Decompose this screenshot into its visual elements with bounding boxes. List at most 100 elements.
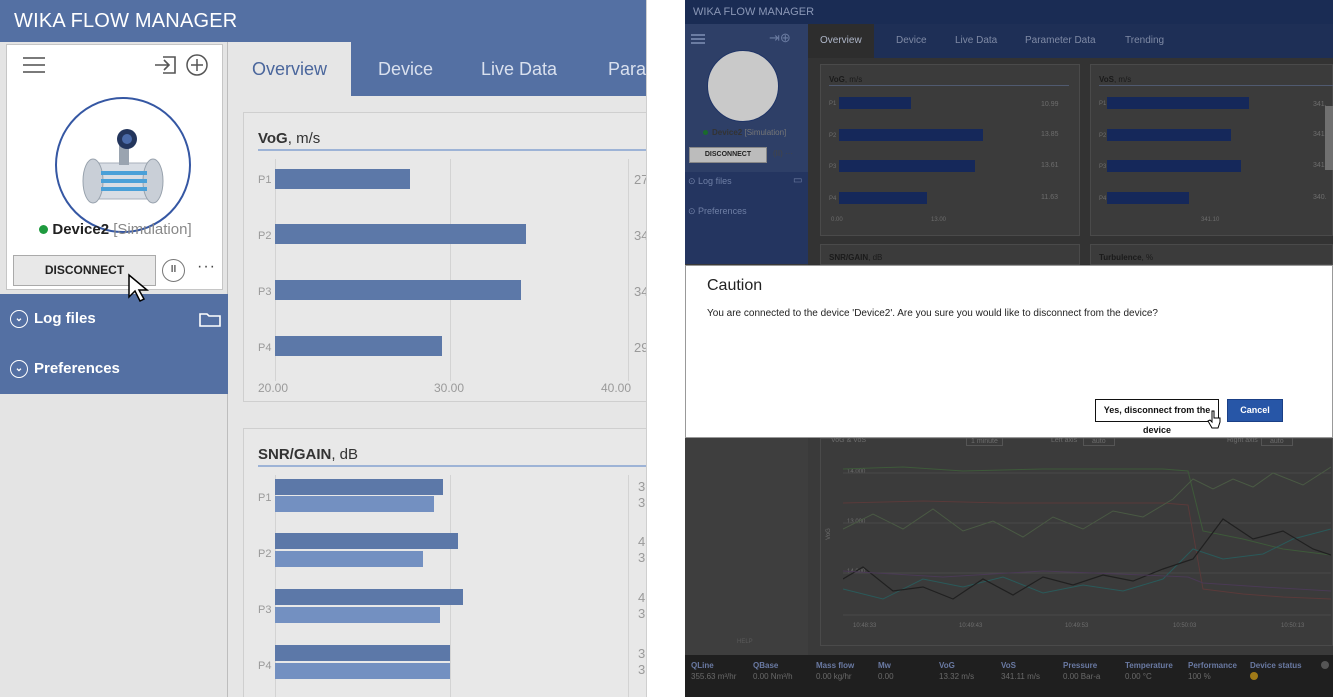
tab-live-data[interactable]: Live Data: [457, 42, 581, 96]
bar-value: 340.: [1313, 194, 1327, 201]
confirm-disconnect-button[interactable]: Yes, disconnect from the device: [1095, 399, 1219, 435]
bar-label: P2: [258, 230, 272, 242]
bar-label: P2: [829, 133, 837, 139]
cancel-button[interactable]: Cancel: [1227, 399, 1283, 422]
bar-value: 11.63: [1041, 194, 1058, 201]
bar-value: 13.61: [1041, 162, 1059, 169]
add-device-icon[interactable]: [185, 53, 209, 77]
tab-overview[interactable]: Overview: [228, 42, 352, 96]
axis-tick: 10:50:03: [1173, 623, 1197, 629]
bar-value: 29: [634, 340, 646, 355]
vos-panel: VoS, m/s P1 341. P2 341. P3 341. P4 340.…: [1090, 64, 1333, 236]
vos-bar-p4: [1107, 192, 1189, 204]
dialog-title: Caution: [707, 277, 763, 294]
login-icon[interactable]: [153, 53, 179, 77]
trend-area: HELP VoG & VoS 1 minute Left axis auto R…: [685, 437, 1333, 655]
bar-label: P1: [829, 101, 837, 107]
nav-preferences[interactable]: ⊙ Preferences: [688, 206, 747, 217]
scrollbar[interactable]: [1325, 106, 1333, 170]
tab-device[interactable]: Device: [896, 24, 927, 58]
snr-bar: [275, 589, 463, 605]
more-options-button[interactable]: ···: [197, 258, 216, 276]
tab-bar: Overview Device Live Data Parameter Data…: [808, 24, 1333, 58]
bar-label: P4: [829, 196, 837, 202]
menu-icon-line: [23, 71, 45, 73]
bar-label: P2: [258, 548, 272, 560]
nav-preferences[interactable]: ⌄ Preferences: [10, 360, 120, 379]
pause-button[interactable]: II: [162, 259, 185, 282]
snr-bar: [275, 533, 458, 549]
tab-live-data[interactable]: Live Data: [955, 24, 997, 58]
left-axis-label: Left axis: [1051, 437, 1078, 444]
trend-chart: [843, 466, 1331, 616]
status-dot: [1321, 661, 1329, 669]
vog-panel: VoG, m/s P1 10.99 P2 13.85 P3 13.61 P4 1…: [820, 64, 1080, 236]
right-axis-input[interactable]: auto: [1261, 437, 1293, 446]
vog-bar-p1: [275, 169, 410, 189]
vog-bar-p4: [839, 192, 927, 204]
gain-bar: [275, 663, 450, 679]
left-axis-input[interactable]: auto: [1083, 437, 1115, 446]
trend-panel: VoG & VoS 1 minute Left axis auto Right …: [820, 437, 1333, 646]
vos-bar-p3: [1107, 160, 1241, 172]
vog-bar-p1: [839, 97, 911, 109]
chevron-down-icon: ⌄: [10, 360, 28, 379]
cursor-icon: [1207, 410, 1221, 429]
status-mass-flow: Mass flow 0.00 kg/hr: [816, 661, 855, 681]
vog-bar-p3: [839, 160, 975, 172]
vog-bar-p4: [275, 336, 442, 356]
login-icon[interactable]: ⇥⊕: [769, 30, 791, 46]
axis-tick: 10:49:43: [959, 623, 983, 629]
sidebar-nav: ⌄ Log files ⌄ Preferences: [0, 294, 228, 394]
grid-line: [450, 475, 451, 697]
bar-label: P1: [258, 174, 272, 186]
left-app-window: WIKA FLOW MANAGER ⌄ Log files ⌄ Preference…: [0, 0, 647, 697]
disconnect-button[interactable]: DISCONNECT: [689, 147, 767, 163]
nav-log-files-label: Log files: [34, 310, 96, 327]
tab-overview[interactable]: Overview: [808, 24, 874, 58]
device-label: Device2 [Simulation]: [7, 221, 224, 238]
sidebar: [685, 438, 808, 655]
nav-log-files[interactable]: ⌄ Log files: [10, 310, 96, 329]
title-underline: [1099, 85, 1333, 86]
bar-value: 3: [638, 495, 646, 510]
vog-panel: VoG, m/s P1 27 P2 34 P3 34 P4 29 20.00 3…: [243, 112, 646, 402]
nav-log-files[interactable]: ⊙ Log files: [688, 176, 732, 187]
status-mw: Mw 0.00: [878, 661, 894, 681]
gain-bar: [275, 551, 423, 567]
bar-label: P3: [258, 604, 272, 616]
axis-tick: 13.00: [931, 217, 947, 223]
status-temperature: Temperature 0.00 °C: [1125, 661, 1173, 681]
chevron-down-icon: ⌄: [10, 310, 28, 329]
bar-value: 3: [638, 662, 646, 677]
cursor-icon: [128, 273, 150, 303]
help-link[interactable]: HELP: [737, 639, 753, 645]
axis-tick: 341.10: [1201, 217, 1220, 223]
app-title: WIKA FLOW MANAGER: [0, 0, 646, 42]
bar-label: P3: [829, 164, 837, 170]
tab-parameter-data[interactable]: Parameter Data: [1025, 24, 1096, 58]
folder-icon[interactable]: ▭: [793, 175, 802, 186]
folder-icon[interactable]: [198, 310, 222, 328]
device-label: Device2 [Simulation]: [703, 128, 786, 137]
pause-button[interactable]: (II) ···: [773, 149, 793, 158]
bar-value: 34: [634, 284, 646, 299]
snr-title: SNR/GAIN, dB: [829, 253, 883, 262]
bar-label: P2: [1099, 133, 1107, 139]
app-title: WIKA FLOW MANAGER: [685, 0, 1333, 24]
bar-label: P4: [1099, 196, 1107, 202]
turbulence-panel: Turbulence, %: [1090, 244, 1333, 265]
bar-value: 3: [638, 606, 646, 621]
interval-select[interactable]: 1 minute: [966, 437, 1003, 446]
menu-icon[interactable]: [691, 34, 705, 36]
tab-trending[interactable]: Trending: [1125, 24, 1164, 58]
bar-value: 3: [638, 479, 646, 494]
y-axis-label: VoG: [825, 528, 832, 540]
tab-device[interactable]: Device: [354, 42, 457, 96]
device-image: [707, 50, 779, 122]
tab-parameter-data[interactable]: Para: [584, 42, 646, 96]
device-mode: [Simulation]: [113, 221, 192, 238]
gain-bar: [275, 607, 440, 623]
menu-icon[interactable]: [23, 57, 45, 59]
status-performance: Performance 100 %: [1188, 661, 1237, 681]
